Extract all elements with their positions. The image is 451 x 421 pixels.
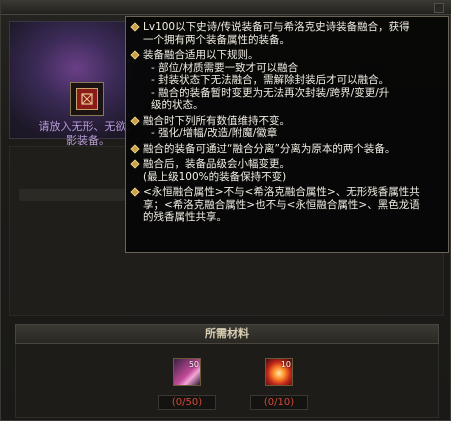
tooltip-line: - 封装状态下无法融合，需解除封装后才可以融合。	[151, 74, 390, 86]
material-qty-1: (0/50)	[158, 395, 216, 410]
diamond-bullet-icon	[130, 143, 140, 154]
tooltip-line: 享；<希洛克融合属性>也不与<永恒融合属性>、黑色龙语	[143, 198, 420, 211]
diamond-bullet-icon	[130, 115, 140, 126]
tooltip-block-1: Lv100以下史诗/传说装备可与希洛克史诗装备融合，获得 一个拥有两个装备属性的…	[130, 21, 442, 46]
equipment-slot[interactable]	[70, 82, 104, 116]
progress-track	[19, 189, 129, 201]
tooltip-line: 融合时下列所有数值维持不变。	[143, 114, 290, 127]
materials-panel	[15, 344, 439, 418]
tooltip-line: 级的状态。	[151, 99, 204, 111]
fusion-rules-tooltip: Lv100以下史诗/传说装备可与希洛克史诗装备融合，获得 一个拥有两个装备属性的…	[125, 16, 449, 253]
tooltip-line: - 强化/增幅/改造/附魔/徽章	[151, 127, 278, 139]
tooltip-line: 融合的装备可通过“融合分离”分离为原本的两个装备。	[143, 142, 396, 155]
tooltip-line: 融合后，装备品级会小幅变更。	[143, 158, 290, 170]
diamond-bullet-icon	[130, 50, 140, 60]
diamond-bullet-icon	[130, 159, 140, 169]
header-slot[interactable]	[434, 3, 444, 13]
tooltip-line: - 部位/材质需要一致才可以融合	[151, 61, 299, 74]
tooltip-line: Lv100以下史诗/传说装备可与希洛克史诗装备融合，获得	[143, 21, 410, 33]
fusion-window: 请放入无形、无欲、 影装备。 所需材料 50 (0/50) 10 (0/10) …	[0, 0, 451, 421]
tooltip-block-5: 融合后，装备品级会小幅变更。 (最上级100%的装备保持不变)	[130, 158, 442, 183]
equipment-slot-icon	[76, 88, 98, 110]
material-item-1[interactable]: 50	[173, 358, 201, 386]
tooltip-block-2: 装备融合适用以下规则。 - 部位/材质需要一致才可以融合 - 封装状态下无法融合…	[130, 49, 442, 112]
diamond-bullet-icon	[130, 22, 140, 32]
tooltip-line: 的残香属性共享。	[143, 211, 227, 223]
tooltip-line: <永恒融合属性>不与<希洛克融合属性>、无形残香属性共	[143, 186, 420, 198]
diamond-bullet-icon	[130, 187, 140, 197]
material-item-2[interactable]: 10	[265, 358, 293, 386]
material-count-1: 50	[188, 360, 199, 369]
material-qty-2: (0/10)	[250, 395, 308, 410]
tooltip-block-4: 融合的装备可通过“融合分离”分离为原本的两个装备。	[130, 142, 442, 156]
window-header	[1, 1, 451, 15]
tooltip-line: 一个拥有两个装备属性的装备。	[143, 33, 290, 46]
tooltip-line: - 融合的装备暂时变更为无法再次封装/跨界/变更/升	[151, 86, 390, 99]
tooltip-block-3: 融合时下列所有数值维持不变。 - 强化/增幅/改造/附魔/徽章	[130, 114, 442, 140]
tooltip-block-6: <永恒融合属性>不与<希洛克融合属性>、无形残香属性共 享；<希洛克融合属性>也…	[130, 186, 442, 224]
tooltip-line: (最上级100%的装备保持不变)	[143, 170, 287, 183]
material-count-2: 10	[280, 360, 291, 369]
tooltip-line: 装备融合适用以下规则。	[143, 49, 259, 61]
materials-header: 所需材料	[15, 324, 439, 344]
